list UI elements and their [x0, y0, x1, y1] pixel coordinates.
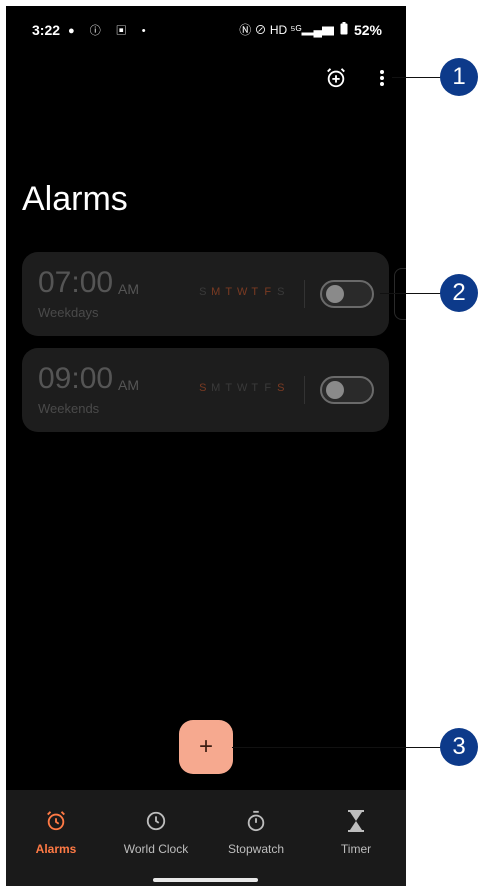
alarm-ampm: AM — [118, 281, 139, 297]
day-thu: T — [251, 382, 259, 394]
clock-icon — [145, 808, 167, 834]
alarm-days: S M T W T F S — [198, 286, 286, 298]
toggle-knob — [326, 381, 344, 399]
callout-badge-3: 3 — [440, 728, 478, 766]
nav-item-world-clock[interactable]: World Clock — [106, 790, 206, 886]
alarm-icon — [45, 808, 67, 834]
status-bar: 3:22 ● ⓘ ▣ • Ⓝ ⊘ HD ⁵ᴳ▂▄▆ 52% — [6, 6, 406, 52]
alarm-ampm: AM — [118, 377, 139, 393]
toggle-knob — [326, 285, 344, 303]
alarm-toggle[interactable] — [320, 376, 374, 404]
alarm-time: 07:00 — [38, 266, 114, 299]
status-time: 3:22 — [32, 22, 61, 38]
alarm-toggle[interactable] — [320, 280, 374, 308]
callout-line — [232, 747, 442, 748]
nav-item-alarms[interactable]: Alarms — [6, 790, 106, 886]
day-sat: S — [277, 382, 285, 394]
day-sun: S — [199, 382, 207, 394]
day-tue: T — [225, 286, 233, 298]
day-mon: M — [211, 382, 221, 394]
alarm-card-weekends[interactable]: 09:00 AM Weekends S M T W T F S — [22, 348, 389, 432]
day-tue: T — [225, 382, 233, 394]
battery-icon — [340, 21, 348, 38]
battery-percent: 52% — [353, 21, 382, 38]
add-alarm-button[interactable]: + — [179, 720, 233, 774]
notification-icons: ● ⓘ ▣ • — [68, 25, 152, 37]
nav-label: Alarms — [35, 842, 77, 856]
home-indicator[interactable] — [153, 878, 258, 882]
day-fri: F — [264, 286, 272, 298]
day-thu: T — [251, 286, 259, 298]
nav-item-timer[interactable]: Timer — [306, 790, 406, 886]
alarm-label: Weekends — [38, 401, 100, 416]
alarm-time: 09:00 — [38, 362, 114, 395]
alarm-card-weekdays[interactable]: 07:00 AM Weekdays S M T W T F S — [22, 252, 389, 336]
alarm-label: Weekdays — [38, 305, 99, 320]
more-options-icon[interactable] — [366, 62, 398, 94]
callout-badge-2: 2 — [440, 274, 478, 312]
stopwatch-icon — [245, 808, 267, 834]
divider — [304, 280, 305, 308]
add-alarm-icon[interactable] — [320, 62, 352, 94]
nav-item-stopwatch[interactable]: Stopwatch — [206, 790, 306, 886]
nav-label: Timer — [340, 842, 372, 856]
day-wed: W — [237, 382, 248, 394]
bottom-nav: Alarms World Clock Stopwatch Timer — [6, 790, 406, 886]
phone-screen: 3:22 ● ⓘ ▣ • Ⓝ ⊘ HD ⁵ᴳ▂▄▆ 52% Alarms 07:… — [6, 6, 406, 886]
day-fri: F — [264, 382, 272, 394]
day-sun: S — [199, 286, 207, 298]
page-title: Alarms — [22, 180, 128, 218]
callout-badge-1: 1 — [440, 58, 478, 96]
day-wed: W — [237, 286, 248, 298]
callout-line — [380, 293, 442, 294]
nav-label: Stopwatch — [227, 842, 285, 856]
day-sat: S — [277, 286, 285, 298]
callout-line — [392, 77, 442, 78]
nav-label: World Clock — [123, 842, 189, 856]
swipe-edge-handle[interactable] — [394, 268, 406, 320]
alarm-days: S M T W T F S — [198, 382, 286, 394]
day-mon: M — [211, 286, 221, 298]
divider — [304, 376, 305, 404]
hourglass-icon — [346, 808, 366, 834]
system-status-icons: Ⓝ ⊘ HD ⁵ᴳ▂▄▆ 52% — [239, 21, 382, 38]
signal-icons: Ⓝ ⊘ HD ⁵ᴳ▂▄▆ — [239, 23, 334, 37]
